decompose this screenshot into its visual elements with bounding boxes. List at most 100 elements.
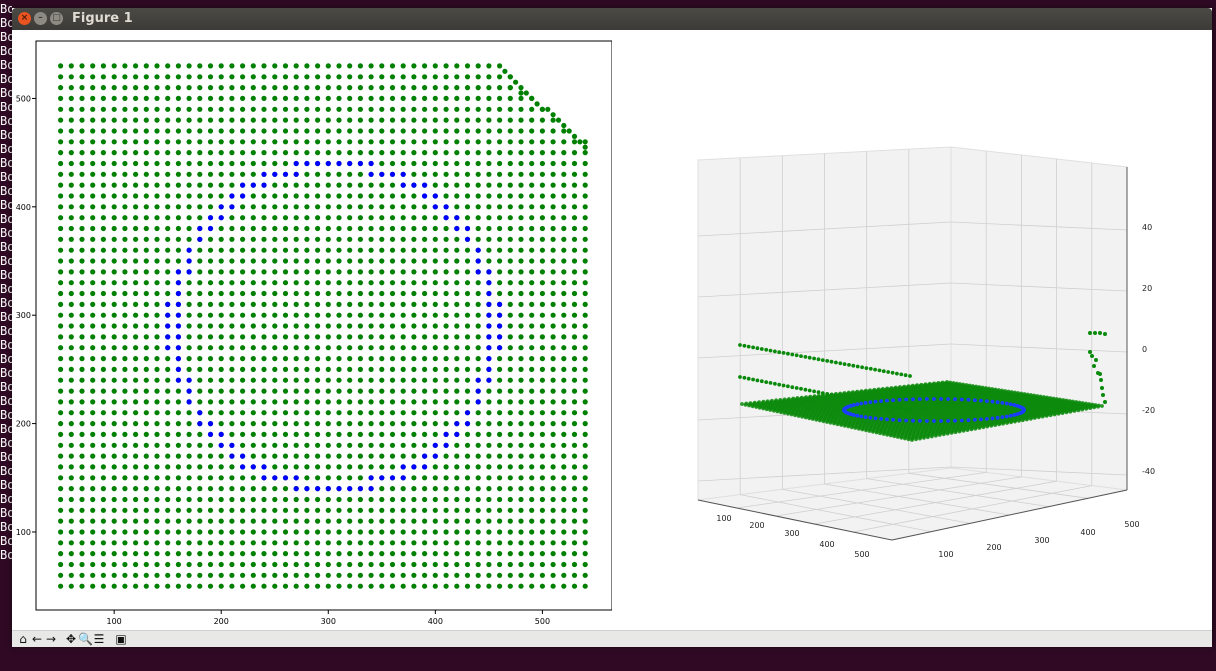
scatter-point xyxy=(336,464,342,470)
scatter-point xyxy=(133,475,139,481)
scatter-point xyxy=(133,74,139,80)
scatter-point xyxy=(282,366,289,372)
scatter-point xyxy=(122,247,128,253)
maximize-icon[interactable]: □ xyxy=(50,12,63,25)
plane-point xyxy=(810,417,815,421)
scatter-point xyxy=(250,475,256,481)
scatter-point xyxy=(368,215,374,221)
plane-point xyxy=(853,426,858,430)
scatter-point xyxy=(122,128,128,134)
scatter-point xyxy=(577,139,583,145)
scatter-point xyxy=(497,345,503,351)
scatter-point xyxy=(58,345,64,351)
scatter-point xyxy=(79,171,85,177)
scatter-point xyxy=(347,193,353,199)
scatter-point xyxy=(315,345,321,351)
scatter-point xyxy=(240,551,246,557)
scatter-point xyxy=(432,258,438,264)
scatter-point xyxy=(218,399,224,405)
scatter-point xyxy=(486,74,492,80)
scatter-point xyxy=(529,290,535,297)
scatter-point xyxy=(229,518,235,524)
scatter-point xyxy=(529,529,535,535)
scatter-point xyxy=(561,171,567,177)
scatter-point xyxy=(550,117,556,123)
scatter-point xyxy=(507,356,513,362)
scatter-point xyxy=(571,518,578,524)
scatter-point xyxy=(207,193,214,199)
scatter-point xyxy=(379,410,385,416)
scatter-point xyxy=(571,540,578,546)
scatter-point xyxy=(165,128,171,134)
scatter-point xyxy=(58,431,64,437)
scatter-point xyxy=(518,290,524,297)
scatter-point xyxy=(475,301,481,307)
scatter-point xyxy=(122,301,128,307)
scatter-point xyxy=(497,529,503,535)
scatter-point xyxy=(229,63,235,69)
scatter-point xyxy=(175,464,181,470)
scatter-point xyxy=(368,442,374,448)
scatter-point xyxy=(325,540,331,546)
scatter-point xyxy=(411,540,417,546)
scatter-point xyxy=(464,388,471,394)
scatter-point xyxy=(143,290,149,297)
scatter-point xyxy=(518,280,524,286)
scatter-point xyxy=(400,551,406,557)
scatter-point xyxy=(186,399,192,405)
scatter-point xyxy=(186,345,192,351)
scatter-point xyxy=(250,215,256,221)
scatter-point xyxy=(454,356,460,362)
scatter-point xyxy=(497,551,503,557)
scatter-point xyxy=(79,442,85,448)
scatter-point xyxy=(315,453,321,459)
figure-canvas[interactable]: 100 200 300 400 500 100 200 300 400 500 40 20 0 -20-… xyxy=(12,30,1212,630)
scatter-point xyxy=(507,247,513,253)
scatter-point xyxy=(486,280,492,286)
minimize-icon[interactable]: – xyxy=(34,12,47,25)
scatter-point xyxy=(304,269,310,275)
scatter-point xyxy=(497,280,503,286)
close-icon[interactable]: × xyxy=(18,12,31,25)
scatter-2d-plot[interactable]: 100 200 300 400 500100200300400500 xyxy=(12,30,612,630)
scatter-point xyxy=(68,561,74,568)
scatter-point xyxy=(154,431,160,437)
scatter-point xyxy=(90,247,96,253)
scatter-point xyxy=(475,128,481,134)
scatter-point xyxy=(165,583,171,589)
plane-point xyxy=(895,435,900,439)
scatter-3d-plot[interactable]: 40200-20-40100200300400500 10020030040050… xyxy=(612,30,1212,630)
scatter-point xyxy=(197,269,203,275)
scatter-point xyxy=(368,204,374,210)
scatter-point xyxy=(218,334,224,340)
scatter-point xyxy=(293,193,299,199)
scatter-point xyxy=(432,561,438,568)
scatter-point xyxy=(122,269,128,275)
scatter-point xyxy=(571,561,578,568)
scatter-point xyxy=(304,74,310,80)
title-bar[interactable]: × – □ Figure 1 xyxy=(12,8,1212,30)
scatter-point xyxy=(550,323,556,329)
scatter-point xyxy=(582,171,588,177)
scatter-point xyxy=(315,377,321,383)
scatter-point xyxy=(261,204,267,210)
scatter-point xyxy=(325,377,331,383)
scatter-point xyxy=(507,280,513,286)
scatter-point xyxy=(304,150,310,156)
scatter-point xyxy=(411,529,417,535)
scatter-point xyxy=(357,117,363,123)
scatter-point xyxy=(497,410,503,416)
scatter-point xyxy=(68,453,74,459)
scatter-point xyxy=(422,410,428,416)
scatter-point xyxy=(282,258,289,264)
scatter-point xyxy=(379,475,385,481)
scatter-point xyxy=(422,290,428,297)
scatter-point xyxy=(497,356,503,362)
scatter-point xyxy=(454,95,460,101)
scatter-point xyxy=(143,496,149,503)
terminal-line: Bo xyxy=(0,534,12,548)
scatter-point xyxy=(325,345,331,351)
scatter-point xyxy=(90,139,96,145)
scatter-point xyxy=(507,366,513,372)
scatter-point xyxy=(325,74,331,80)
